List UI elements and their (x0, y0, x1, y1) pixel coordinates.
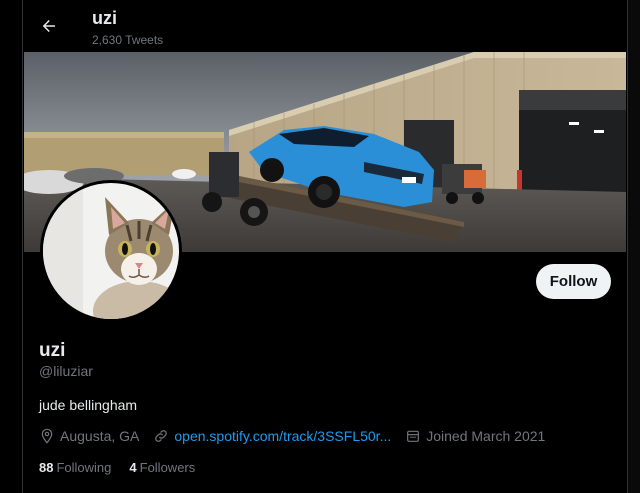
profile-meta: Augusta, GA open.spotify.com/track/3SSFL… (39, 426, 559, 446)
following-count: 88 (39, 459, 54, 475)
followers-label: Followers (139, 459, 196, 475)
avatar[interactable] (40, 180, 182, 322)
profile-column: uzi 2,630 Tweets Follow uzi @liluziar ju… (22, 0, 628, 493)
link-item[interactable]: open.spotify.com/track/3SSFL50r... (153, 428, 391, 444)
following-label: Following (56, 459, 112, 475)
display-name: uzi (39, 340, 66, 361)
back-button[interactable] (37, 14, 61, 38)
joined-item: Joined March 2021 (405, 428, 545, 444)
location-pin-icon (41, 428, 53, 444)
app-window: uzi 2,630 Tweets Follow uzi @liluziar ju… (0, 0, 640, 493)
link-icon (155, 430, 168, 442)
location-item: Augusta, GA (39, 428, 139, 444)
following-stat[interactable]: 88 Following (39, 460, 111, 475)
joined-text: Joined March 2021 (426, 428, 546, 444)
profile-link[interactable]: open.spotify.com/track/3SSFL50r... (174, 428, 391, 444)
cat-avatar-image (43, 183, 179, 319)
calendar-icon (407, 430, 420, 442)
user-handle: @liluziar (39, 363, 93, 379)
top-bar: uzi 2,630 Tweets (23, 0, 627, 52)
arrow-left-icon (43, 20, 55, 32)
follow-stats: 88 Following 4 Followers (39, 458, 213, 476)
left-gutter (0, 0, 22, 493)
tweet-count: 2,630 Tweets (92, 33, 164, 47)
followers-count: 4 (129, 459, 137, 475)
header-name: uzi (92, 8, 117, 28)
scrollbar-track[interactable] (626, 0, 640, 493)
location-text: Augusta, GA (60, 428, 140, 444)
follow-button[interactable]: Follow (536, 264, 611, 299)
followers-stat[interactable]: 4 Followers (129, 460, 195, 475)
bio-text: jude bellingham (39, 397, 138, 413)
